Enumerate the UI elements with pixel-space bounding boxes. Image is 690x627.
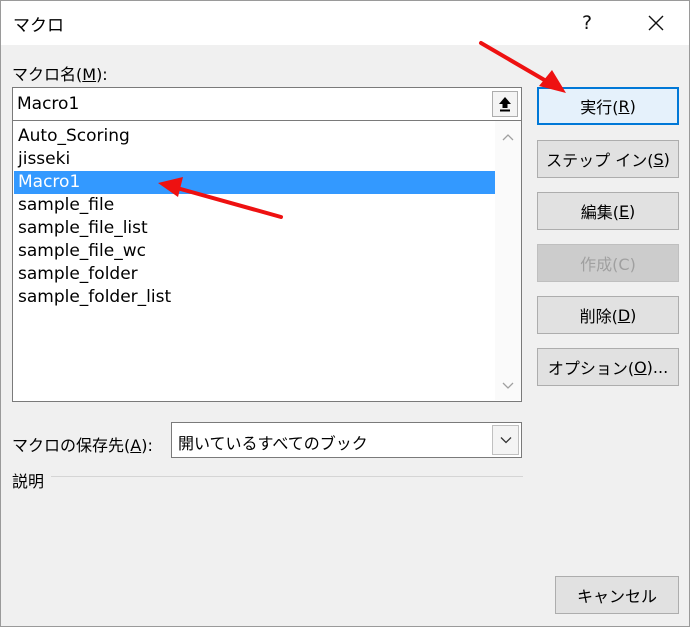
macro-name-field[interactable] [12,87,522,121]
macro-list-item[interactable]: jisseki [14,148,496,171]
macro-name-input[interactable] [17,93,487,115]
macro-list-item[interactable]: Auto_Scoring [14,125,496,148]
step-in-button[interactable]: ステップ イン(S) [537,140,679,178]
cancel-button[interactable]: キャンセル [555,576,679,614]
macro-location-select[interactable]: 開いているすべてのブック [171,422,522,458]
macro-list-item[interactable]: sample_file_list [14,217,496,240]
scroll-down-icon[interactable] [501,378,515,392]
macro-list-item[interactable]: sample_folder [14,263,496,286]
arrow-to-run-button [479,41,566,93]
close-button[interactable] [633,1,679,45]
close-icon [648,15,664,31]
macro-location-value: 開いているすべてのブック [178,434,368,453]
run-button[interactable]: 実行(R) [537,87,679,125]
macro-list-item[interactable]: Macro1 [14,171,496,194]
title-bar: マクロ ? [1,1,689,45]
chevron-down-icon [500,437,511,444]
arrow-up-icon [499,97,511,112]
create-button[interactable]: 作成(C) [537,244,679,282]
macro-name-label: マクロ名(M): [12,65,108,84]
help-button[interactable]: ? [567,1,607,45]
macro-list-item[interactable]: sample_file [14,194,496,217]
macro-list: Auto_Scoring jisseki Macro1 sample_file samp… [14,125,496,309]
macro-dialog: マクロ ? マクロ名(M): Auto_ScoringjissekiMacro1… [0,0,690,627]
macro-list-item[interactable]: sample_file_wc [14,240,496,263]
dropdown-button[interactable] [492,425,519,455]
description-divider [51,476,523,477]
description-label: 説明 [12,472,45,491]
vertical-scrollbar[interactable] [495,121,521,400]
macro-list-item[interactable]: sample_folder_list [14,286,496,309]
help-icon: ? [581,12,593,34]
scroll-up-icon[interactable] [501,131,515,145]
window-title: マクロ [13,16,64,36]
edit-button[interactable]: 編集(E) [537,192,679,230]
reference-button[interactable] [492,91,518,117]
macro-listbox[interactable]: Auto_Scoring jisseki Macro1 sample_file samp… [12,121,522,402]
options-button[interactable]: オプション(O)... [537,348,679,386]
macro-location-label: マクロの保存先(A): [12,436,153,455]
delete-button[interactable]: 削除(D) [537,296,679,334]
